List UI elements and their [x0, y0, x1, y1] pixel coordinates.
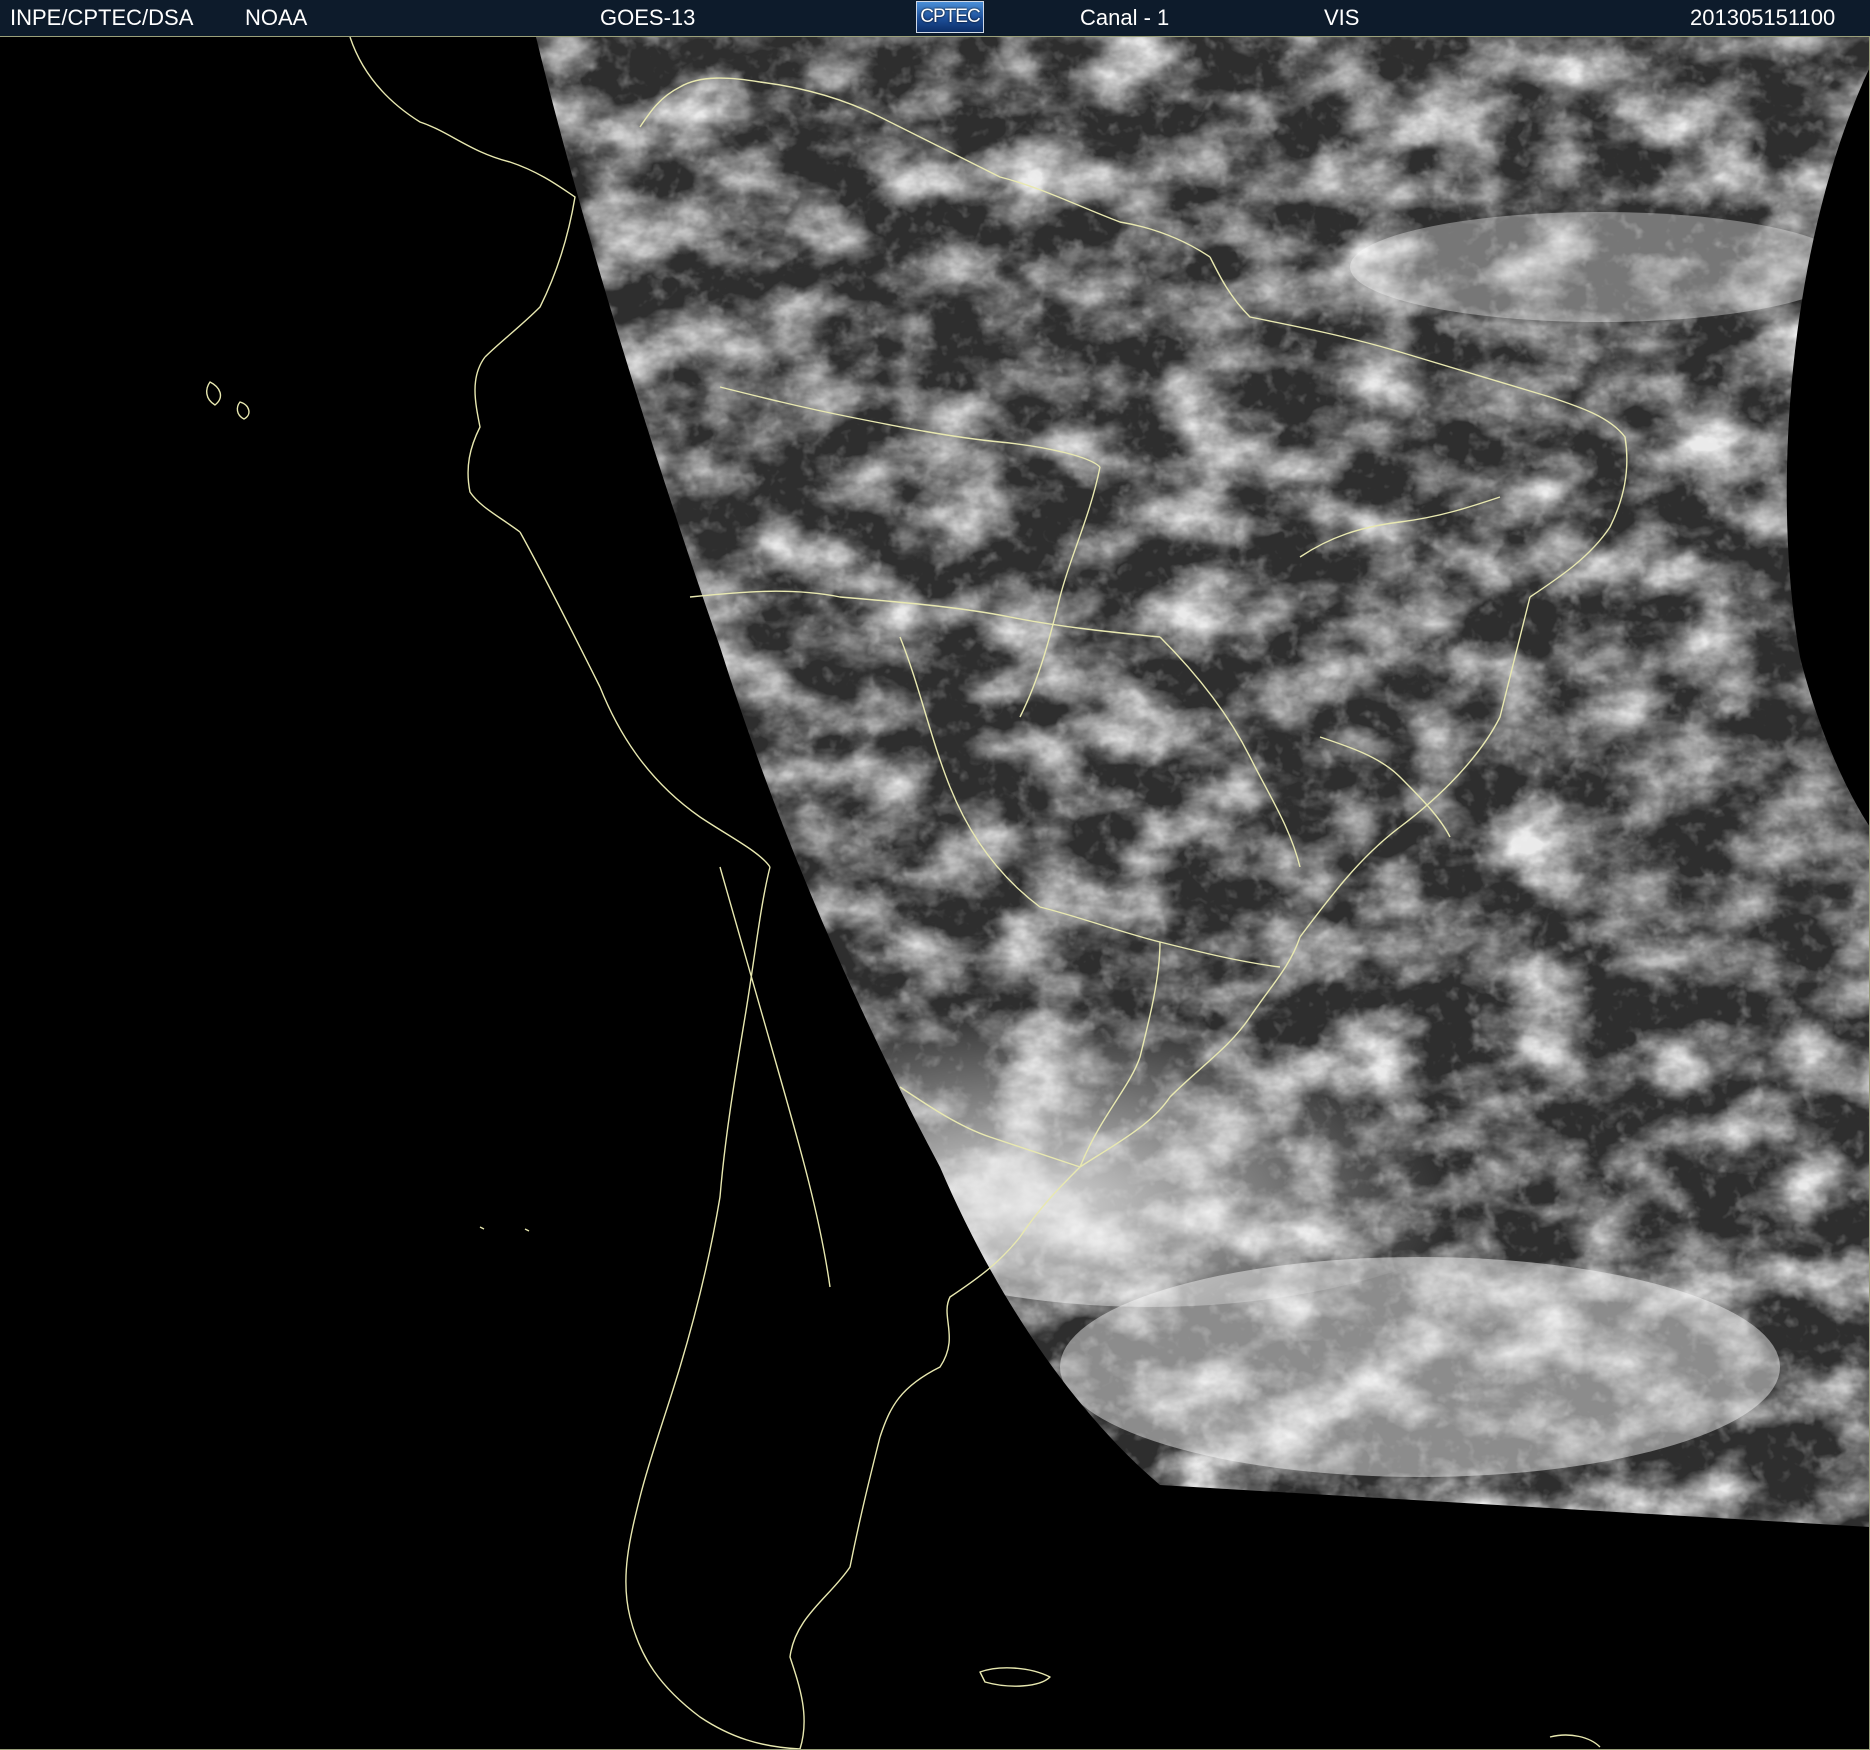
logo-text: CPTEC	[920, 6, 980, 27]
timestamp-label: 201305151100	[1690, 5, 1836, 30]
band-label: VIS	[1324, 5, 1360, 30]
satellite-image	[0, 37, 1870, 1750]
agency-label: INPE/CPTEC/DSA	[10, 5, 194, 30]
image-header-bar: INPE/CPTEC/DSA NOAA GOES-13 CPTEC Canal …	[0, 0, 1870, 37]
satellite-label: GOES-13	[600, 5, 696, 30]
cptec-logo-icon: CPTEC	[916, 1, 984, 33]
provider-label: NOAA	[245, 5, 308, 30]
itcz-cloud-band	[1350, 212, 1850, 322]
channel-label: Canal - 1	[1080, 5, 1170, 30]
cloud-band-far-south	[1060, 1257, 1780, 1477]
